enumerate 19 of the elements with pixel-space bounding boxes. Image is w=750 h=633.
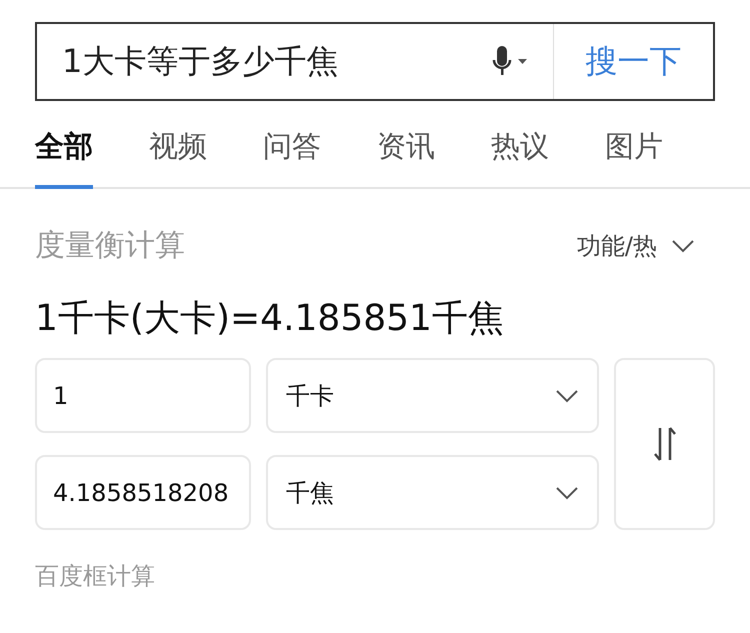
tab[interactable]: 资讯 bbox=[377, 121, 435, 189]
search-field[interactable]: 1大卡等于多少千焦 搜一下 bbox=[35, 22, 715, 101]
unit-dropdown[interactable]: 千卡 bbox=[266, 358, 599, 433]
chevron-down-icon bbox=[555, 486, 579, 500]
result-text: 1千卡(大卡)=4.185851千焦 bbox=[35, 297, 505, 341]
swap-arrows-icon bbox=[652, 426, 676, 462]
chevron-down-icon bbox=[671, 238, 695, 252]
chevron-down-icon bbox=[555, 388, 579, 402]
tab[interactable]: 全部 bbox=[35, 121, 93, 189]
card-title: 度量衡计算 bbox=[35, 227, 185, 265]
category-dropdown[interactable]: 功能/热 bbox=[576, 230, 715, 262]
tab[interactable]: 图片 bbox=[605, 121, 663, 189]
value-field[interactable]: 4.1858518208 bbox=[35, 455, 251, 530]
value-field[interactable]: 1 bbox=[35, 358, 251, 433]
tab[interactable]: 问答 bbox=[263, 121, 321, 189]
tab[interactable]: 热议 bbox=[491, 121, 549, 189]
footer-text: 百度框计算 bbox=[35, 561, 156, 592]
unit-dropdown[interactable]: 千焦 bbox=[266, 455, 599, 530]
tab[interactable]: 视频 bbox=[149, 121, 207, 189]
